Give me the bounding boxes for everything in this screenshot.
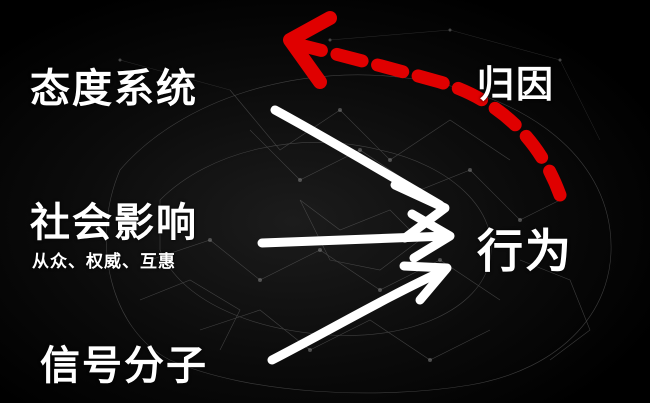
behavior-label: 行为: [477, 224, 573, 278]
attribution-label: 归因: [477, 63, 555, 106]
social-influence-label: 社会影响: [30, 200, 198, 246]
attitude-system-label: 态度系统: [30, 66, 198, 112]
diagram-canvas: 态度系统 社会影响 从众、权威、互惠 信号分子 归因 行为: [0, 0, 650, 403]
social-influence-examples: 从众、权威、互惠: [32, 252, 176, 272]
signal-molecule-label: 信号分子: [40, 343, 208, 389]
social-to-behavior-arrow: [257, 209, 455, 263]
signal-to-behavior-arrow: [267, 261, 452, 365]
